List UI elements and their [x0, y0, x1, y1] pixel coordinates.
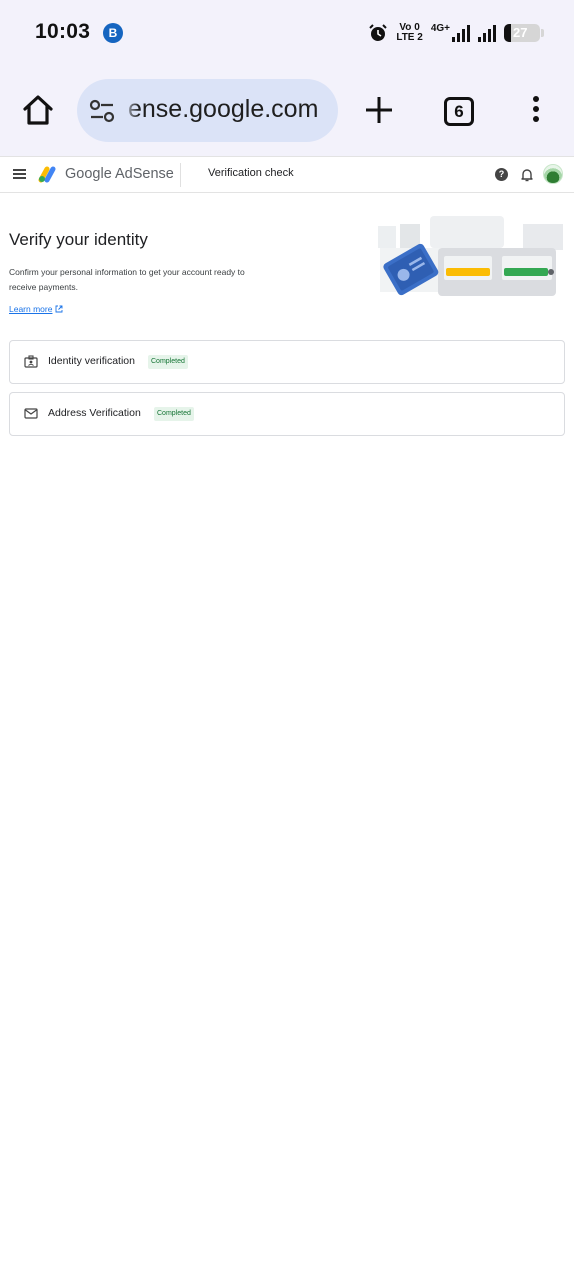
avatar[interactable]	[543, 164, 563, 184]
volte-indicator: Vo 0 LTE 2	[396, 22, 423, 43]
status-indicators: Vo 0 LTE 2 4G+ 27	[368, 20, 544, 46]
url-text[interactable]: ense.google.com	[128, 95, 318, 124]
b-circle-icon: B	[103, 23, 123, 43]
id-badge-icon	[24, 355, 38, 368]
verification-illustration	[378, 216, 563, 296]
help-icon[interactable]: ?	[495, 168, 508, 181]
battery-level: 27	[513, 25, 528, 40]
bell-icon[interactable]	[520, 167, 534, 182]
adsense-logo	[38, 166, 56, 183]
status-badge: Completed	[154, 407, 194, 421]
mail-icon	[24, 408, 38, 419]
page-title: Verify your identity	[9, 230, 148, 249]
signal-bars-icon	[452, 24, 470, 42]
home-button[interactable]	[20, 92, 56, 128]
home-icon	[23, 95, 53, 125]
identity-verification-card[interactable]: Identity verification Completed	[9, 340, 565, 384]
plus-icon	[366, 97, 392, 123]
signal-4g: 4G+	[431, 24, 470, 42]
browser-toolbar: ense.google.com 6	[0, 66, 574, 156]
address-verification-card[interactable]: Address Verification Completed	[9, 392, 565, 436]
hamburger-menu-icon[interactable]	[13, 169, 26, 180]
alarm-icon	[368, 23, 388, 43]
page-context-title: Verification check	[208, 167, 294, 179]
card-label: Address Verification	[48, 407, 141, 419]
adsense-header: Google AdSense Verification check ?	[0, 156, 574, 193]
open-in-new-icon	[56, 305, 63, 313]
header-divider	[180, 163, 181, 187]
url-bar[interactable]: ense.google.com	[77, 79, 338, 142]
status-badge: Completed	[148, 355, 188, 369]
new-tab-button[interactable]	[363, 94, 395, 126]
status-bar: 10:03 B Vo 0 LTE 2 4G+ 27	[0, 0, 574, 66]
card-label: Identity verification	[48, 355, 135, 367]
brand-name[interactable]: Google AdSense	[65, 166, 174, 182]
signal-bars-2-icon	[478, 24, 496, 42]
page-description: Confirm your personal information to get…	[9, 267, 245, 292]
learn-more-link[interactable]: Learn more	[9, 304, 63, 314]
tune-icon[interactable]	[89, 99, 115, 123]
battery-icon: 27	[504, 24, 544, 42]
overflow-menu-icon[interactable]	[528, 96, 544, 126]
status-time: 10:03	[35, 20, 91, 43]
tab-switcher-button[interactable]: 6	[444, 97, 474, 126]
